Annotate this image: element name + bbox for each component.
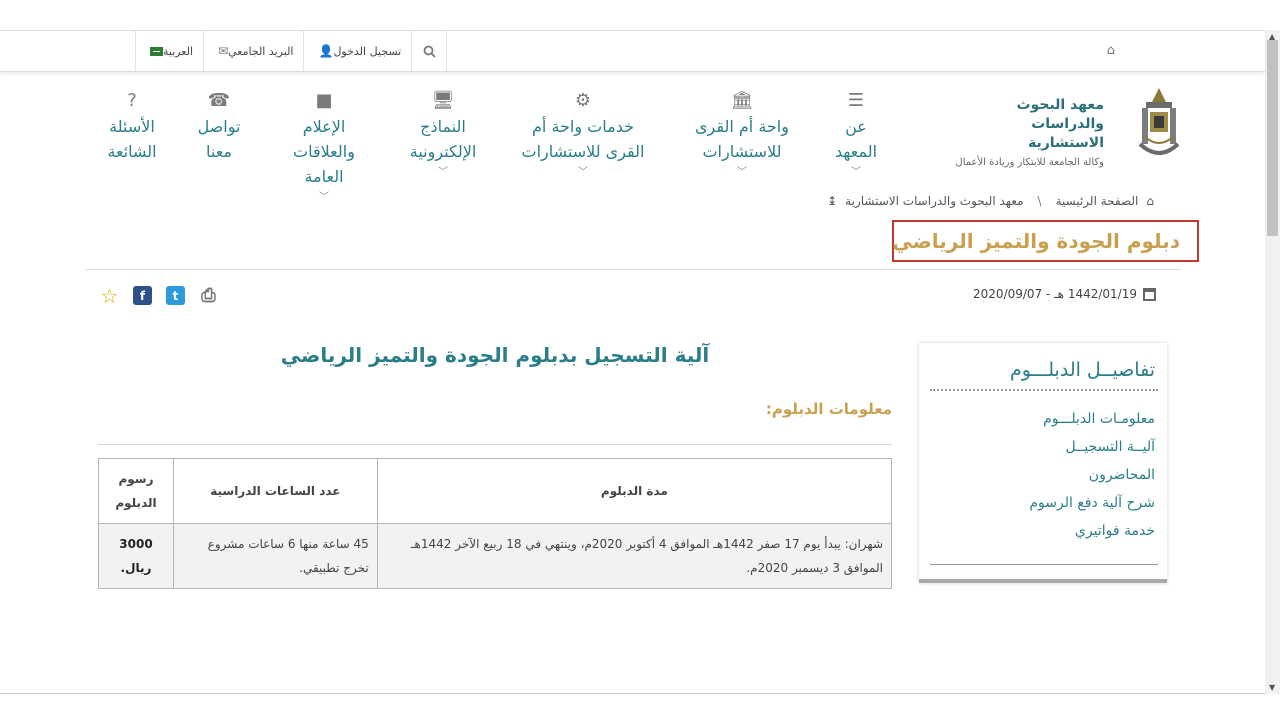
breadcrumb-home-icon[interactable]: ⌂ — [1146, 194, 1154, 208]
scrollbar-thumb[interactable] — [1267, 40, 1278, 236]
cell-duration: شهران: يبدأ يوم 17 صفر 1442هـ الموافق 4 … — [376, 523, 893, 589]
university-mail-link[interactable]: ✉ البريد الجامعي — [203, 31, 303, 71]
nav-forms-label: النماذج الإلكترونية — [409, 117, 477, 161]
facebook-icon[interactable]: f — [133, 286, 152, 305]
cell-hours: 45 ساعة منها 6 ساعات مشروع تخرج تطبيقي. — [172, 523, 378, 589]
login-label: تسجيل الدخول — [333, 44, 402, 58]
institute-logo-text[interactable]: معهد البحوث والدراسات الاستشارية وكالة ا… — [955, 96, 1104, 168]
phone-icon: ☎ — [207, 90, 231, 111]
search-icon — [423, 45, 436, 58]
gears-icon: ⚙ — [574, 90, 592, 111]
header-fees: رسوم الدبلوم — [98, 458, 174, 524]
envelope-icon: ✉ — [218, 44, 229, 58]
title-divider — [85, 269, 1181, 270]
page-title: دبلوم الجودة والتميز الرياضي — [892, 229, 1180, 253]
video-camera-icon: ■ — [315, 90, 333, 111]
calendar-icon — [1143, 287, 1156, 301]
nav-services-label: خدمات واحة أم القرى للاستشارات — [521, 117, 645, 161]
nav-media-relations[interactable]: ■ الإعلام والعلاقات العامة ﹀ — [284, 90, 364, 205]
institution-icon: 🏛 — [730, 90, 754, 111]
cell-fees: 3000 ريال. — [98, 523, 174, 589]
table-header-row: مدة الدبلوم عدد الساعات الدراسية رسوم ال… — [98, 458, 893, 524]
chevron-down-icon: ﹀ — [319, 192, 329, 203]
sidebar-item-payment[interactable]: شرح آلية دفع الرسوم — [1029, 489, 1155, 517]
chevron-down-icon: ﹀ — [851, 167, 861, 178]
diploma-table: مدة الدبلوم عدد الساعات الدراسية رسوم ال… — [98, 458, 893, 589]
sidebar-bottom-divider — [930, 564, 1158, 565]
sidebar-item-lecturers[interactable]: المحاضرون — [1029, 461, 1155, 489]
nav-about[interactable]: ☰ عن المعهد ﹀ — [826, 90, 886, 180]
breadcrumb-home[interactable]: الصفحة الرئيسية — [1056, 194, 1139, 208]
diploma-info-label: معلومات الدبلوم: — [765, 400, 892, 418]
language-switch[interactable]: العربية — [135, 31, 203, 71]
twitter-icon[interactable]: t — [166, 286, 185, 305]
top-utility-bar: ⌂ العربية ✉ البريد الجامعي 👤 تسجيل الدخو… — [0, 30, 1265, 72]
search-button[interactable] — [411, 31, 448, 71]
diploma-details-sidebar: تفاصيــل الدبلـــوم معلومـات الدبلـــوم … — [919, 343, 1167, 583]
print-icon[interactable]: ⎙ — [199, 285, 218, 306]
content-heading: آلية التسجيل بدبلوم الجودة والتميز الريا… — [280, 343, 710, 367]
content-divider — [98, 444, 892, 445]
nav-oasis-services[interactable]: ⚙ خدمات واحة أم القرى للاستشارات ﹀ — [520, 90, 646, 180]
language-label: العربية — [163, 44, 194, 58]
question-circle-icon: ? — [127, 90, 137, 111]
nav-contact-label: تواصل معنا — [197, 117, 241, 161]
share-toolbar: ☆ f t ⎙ — [100, 284, 218, 308]
bottom-divider — [0, 693, 1265, 694]
breadcrumb-separator: \ — [1037, 194, 1042, 208]
home-icon[interactable]: ⌂ — [1107, 43, 1115, 58]
breadcrumb-toggle-icon[interactable]: ↨ — [827, 194, 837, 208]
nav-oasis-consulting[interactable]: 🏛 واحة أم القرى للاستشارات ﹀ — [686, 90, 798, 180]
publish-date-text: 1442/01/19 هـ - 2020/09/07 — [973, 287, 1137, 301]
chevron-down-icon: ﹀ — [737, 167, 747, 178]
sidebar-item-info[interactable]: معلومـات الدبلـــوم — [1029, 405, 1155, 433]
nav-electronic-forms[interactable]: 🖥 النماذج الإلكترونية ﹀ — [398, 90, 488, 180]
mail-label: البريد الجامعي — [228, 44, 294, 58]
chevron-down-icon: ﹀ — [438, 167, 448, 178]
nav-about-label: عن المعهد — [834, 117, 878, 161]
saudi-flag-icon — [150, 46, 163, 56]
login-link[interactable]: 👤 تسجيل الدخول — [303, 31, 411, 71]
table-row: شهران: يبدأ يوم 17 صفر 1442هـ الموافق 4 … — [98, 523, 893, 589]
sidebar-dotted-divider — [930, 389, 1158, 391]
monitor-icon: 🖥 — [431, 90, 455, 111]
university-emblem-icon[interactable] — [1136, 84, 1182, 164]
nav-faq[interactable]: ? الأسئلة الشائعة — [96, 90, 168, 164]
chevron-down-icon: ﹀ — [578, 167, 588, 178]
sidebar-item-registration[interactable]: آليــة التسجيــل — [1029, 433, 1155, 461]
header-hours: عدد الساعات الدراسية — [172, 458, 378, 524]
nav-contact[interactable]: ☎ تواصل معنا — [190, 90, 248, 164]
publish-date: 1442/01/19 هـ - 2020/09/07 — [973, 287, 1156, 301]
user-icon: 👤 — [318, 44, 334, 58]
institute-name: معهد البحوث والدراسات الاستشارية — [1016, 97, 1104, 151]
vertical-scrollbar[interactable]: ▲ ▼ — [1265, 30, 1280, 694]
sidebar-title: تفاصيــل الدبلـــوم — [1009, 359, 1155, 381]
nav-faq-label: الأسئلة الشائعة — [107, 117, 157, 161]
favorite-star-icon[interactable]: ☆ — [100, 284, 119, 308]
sidebar-item-fawateery[interactable]: خدمة فواتيري — [1029, 517, 1155, 545]
nav-media-label: الإعلام والعلاقات العامة — [293, 117, 355, 186]
breadcrumb: ⌂ الصفحة الرئيسية \ معهد البحوث والدراسا… — [827, 194, 1154, 208]
top-utility-links: العربية ✉ البريد الجامعي 👤 تسجيل الدخول — [135, 31, 448, 71]
menu-icon: ☰ — [847, 90, 865, 111]
breadcrumb-current[interactable]: معهد البحوث والدراسات الاستشارية — [845, 194, 1023, 208]
scroll-down-arrow-icon[interactable]: ▼ — [1269, 683, 1275, 692]
nav-oasis-label: واحة أم القرى للاستشارات — [695, 117, 789, 161]
institute-agency: وكالة الجامعة للابتكار وريادة الأعمال — [955, 157, 1104, 168]
sidebar-links: معلومـات الدبلـــوم آليــة التسجيــل الم… — [1029, 405, 1155, 545]
header-duration: مدة الدبلوم — [376, 458, 893, 524]
